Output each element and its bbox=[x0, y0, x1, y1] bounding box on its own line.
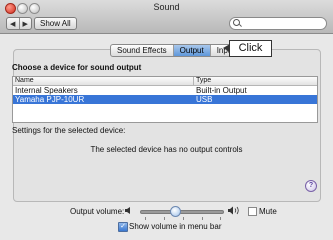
no-controls-message: The selected device has no output contro… bbox=[90, 145, 243, 154]
table-row[interactable]: Internal Speakers Built-in Output bbox=[13, 86, 317, 95]
output-section-heading: Choose a device for sound output bbox=[12, 63, 142, 72]
back-button[interactable]: ◀ bbox=[7, 18, 19, 29]
column-header-type[interactable]: Type bbox=[194, 77, 211, 85]
back-forward-control: ◀ ▶ bbox=[6, 17, 32, 30]
mute-label: Mute bbox=[259, 207, 277, 216]
slider-tick bbox=[183, 217, 184, 220]
tab-bar: Sound Effects Output Input bbox=[110, 44, 242, 57]
tab-output[interactable]: Output bbox=[172, 45, 210, 56]
table-header: Name Type bbox=[13, 77, 317, 86]
tab-sound-effects[interactable]: Sound Effects bbox=[111, 45, 173, 56]
forward-button[interactable]: ▶ bbox=[18, 18, 32, 29]
title-bar: Sound ◀ ▶ Show All bbox=[0, 0, 333, 34]
table-row[interactable]: Yamaha PJP-10UR USB bbox=[13, 95, 317, 104]
settings-label: Settings for the selected device: bbox=[12, 126, 126, 135]
output-volume-label: Output volume: bbox=[70, 207, 125, 216]
device-name-cell: Yamaha PJP-10UR bbox=[15, 95, 85, 104]
device-type-cell: USB bbox=[196, 95, 213, 104]
window-title: Sound bbox=[153, 2, 180, 12]
search-icon bbox=[233, 19, 240, 26]
speaker-low-icon bbox=[125, 207, 130, 214]
show-all-button[interactable]: Show All bbox=[34, 17, 77, 30]
volume-slider-knob[interactable] bbox=[170, 206, 182, 217]
column-header-name[interactable]: Name bbox=[13, 77, 194, 85]
device-name-cell: Internal Speakers bbox=[15, 86, 78, 95]
mute-checkbox[interactable] bbox=[248, 207, 257, 216]
show-volume-label: Show volume in menu bar bbox=[129, 222, 222, 231]
sound-preferences-window: Sound ◀ ▶ Show All Sound Effects Output … bbox=[0, 0, 333, 240]
slider-tick bbox=[145, 217, 146, 220]
output-device-table: Name Type Internal Speakers Built-in Out… bbox=[12, 76, 318, 123]
slider-tick bbox=[164, 217, 165, 220]
speaker-high-icon bbox=[228, 206, 239, 215]
search-field[interactable] bbox=[229, 17, 327, 30]
show-volume-checkbox[interactable]: ✓ bbox=[118, 222, 128, 232]
device-type-cell: Built-in Output bbox=[196, 86, 247, 95]
slider-tick bbox=[220, 217, 221, 220]
click-callout: Click bbox=[229, 40, 272, 57]
slider-tick bbox=[202, 217, 203, 220]
output-volume-slider[interactable] bbox=[140, 206, 224, 217]
help-icon[interactable]: ? bbox=[305, 180, 317, 192]
